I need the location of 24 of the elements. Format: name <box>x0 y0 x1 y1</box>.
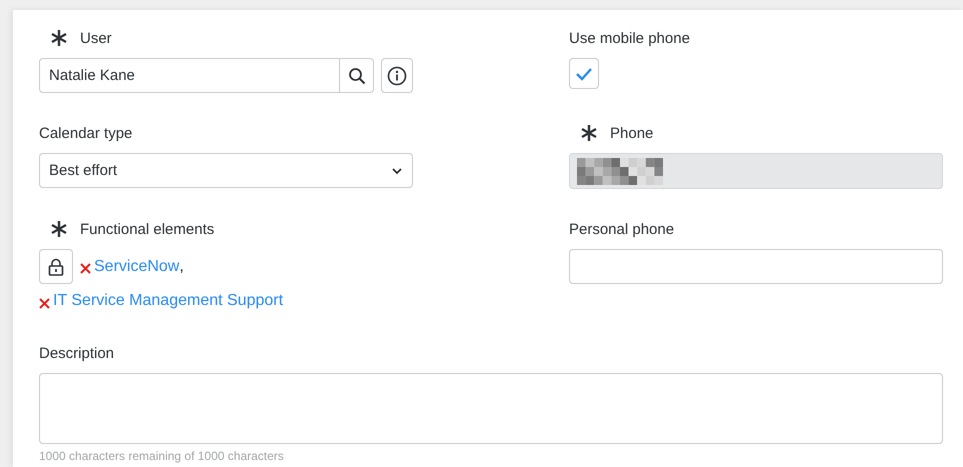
character-counter: 1000 characters remaining of 1000 characters <box>39 449 285 463</box>
field-label: Description <box>39 344 114 362</box>
field-label: Functional elements <box>80 220 214 238</box>
field-label: Personal phone <box>569 220 674 238</box>
personal-phone-field[interactable] <box>569 249 943 284</box>
search-icon <box>348 66 366 84</box>
chevron-down-icon <box>391 166 403 174</box>
user-field[interactable]: Natalie Kane <box>39 58 340 93</box>
description-field[interactable] <box>39 373 943 444</box>
field-label: Use mobile phone <box>569 30 690 46</box>
remove-icon[interactable] <box>39 298 50 308</box>
search-button[interactable] <box>340 58 374 93</box>
field-label: Phone <box>610 124 654 142</box>
info-icon <box>387 66 408 86</box>
calendar-type-dropdown[interactable]: Best effort <box>39 153 413 188</box>
lock-icon <box>48 258 64 276</box>
info-button[interactable] <box>381 58 413 93</box>
check-icon <box>575 66 593 80</box>
field-label: User <box>80 30 112 46</box>
checkbox[interactable] <box>569 58 599 89</box>
remove-icon[interactable] <box>80 263 91 274</box>
field-label: Calendar type <box>39 124 132 142</box>
lock-button[interactable] <box>39 249 73 284</box>
separator: , <box>179 258 184 276</box>
